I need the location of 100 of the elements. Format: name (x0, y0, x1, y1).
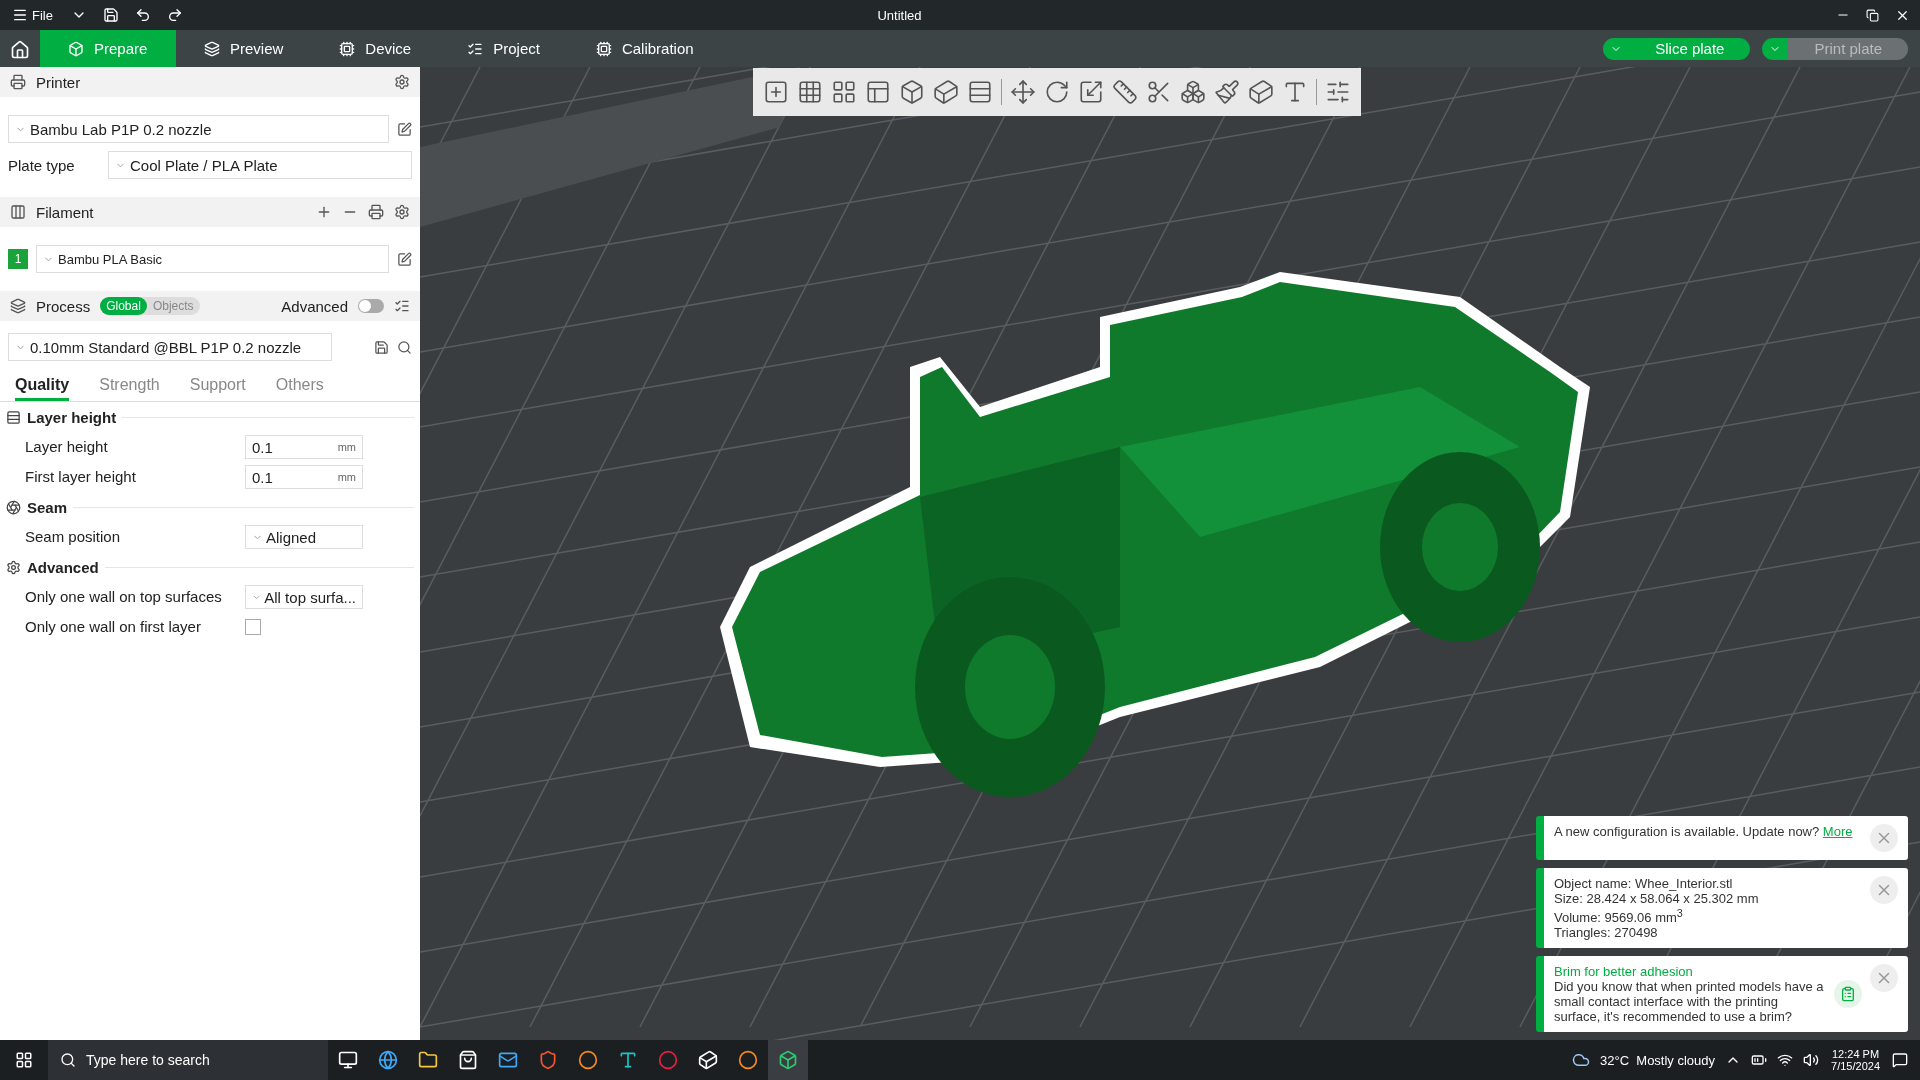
settings-icon[interactable] (394, 74, 410, 90)
clock-date: 7/15/2024 (1831, 1060, 1880, 1072)
number-field[interactable]: 0.1 mm (245, 465, 363, 489)
group-title: Layer height (27, 408, 117, 426)
app-icon (338, 1050, 358, 1070)
tool-icon[interactable] (831, 79, 857, 105)
tool-icon[interactable] (1112, 79, 1138, 105)
tool-icon[interactable] (933, 79, 959, 105)
notification-text: A new configuration is available. Update now? (1554, 823, 1821, 839)
group-title: Advanced (27, 558, 99, 576)
tool-icon[interactable] (763, 79, 789, 105)
printer-select[interactable]: Bambu Lab P1P 0.2 nozzle (8, 115, 389, 143)
filament-select[interactable]: Bambu PLA Basic (36, 245, 389, 273)
settings-tab[interactable]: Strength (99, 371, 160, 401)
restore-icon[interactable] (1866, 8, 1879, 22)
tool-icon[interactable] (1010, 79, 1036, 105)
app-icon (618, 1050, 638, 1070)
weather-icon (1572, 1051, 1591, 1069)
process-preset-select[interactable]: 0.10mm Standard @BBL P1P 0.2 nozzle (8, 333, 332, 361)
setting-label: First layer height (25, 468, 137, 486)
nav-tab[interactable]: Calibration (567, 30, 722, 67)
add-icon[interactable] (316, 204, 332, 220)
edit-icon[interactable] (397, 121, 412, 137)
process-icon (10, 298, 26, 314)
settings-tab[interactable]: Support (189, 371, 246, 401)
battery-icon[interactable] (1751, 1052, 1768, 1068)
weather-text: 32°C Mostly cloudy (1600, 1052, 1716, 1068)
caret-button[interactable] (1762, 37, 1789, 60)
checkbox[interactable] (245, 619, 261, 635)
close-button[interactable] (1870, 875, 1898, 904)
app-icon (658, 1050, 678, 1070)
close-button[interactable] (1870, 823, 1898, 852)
info-line: Size: 28.424 x 58.064 x 25.302 mm (1554, 890, 1760, 906)
edit-icon[interactable] (397, 251, 412, 267)
group-title: Seam (27, 498, 68, 516)
notifications-icon[interactable] (1892, 1052, 1908, 1068)
tool-icon[interactable] (967, 79, 993, 105)
info-line: Volume: 9569.06 mm$^{3}$ (1554, 905, 1684, 925)
tool-icon[interactable] (899, 79, 925, 105)
number-field[interactable]: 0.1 mm (245, 435, 363, 459)
tool-icon[interactable] (1180, 79, 1206, 105)
field-label: Plate type (8, 156, 76, 174)
settings-icon[interactable] (394, 204, 410, 220)
nav-tab[interactable]: Device (311, 30, 440, 67)
list-icon[interactable] (394, 298, 410, 314)
dropdown-field[interactable]: Aligned (245, 525, 363, 549)
app-icon (578, 1050, 598, 1070)
app-icon (458, 1050, 478, 1070)
toggle-label: Advanced (281, 297, 348, 315)
app-icon (538, 1050, 558, 1070)
tip-title: Brim for better adhesion (1554, 964, 1694, 979)
advanced-switch[interactable] (358, 299, 384, 313)
redo-icon[interactable] (166, 7, 183, 23)
search-icon[interactable] (397, 339, 412, 355)
tab-icon (339, 40, 356, 57)
setting-label: Only one wall on top surfaces (25, 588, 223, 606)
info-line: Object name: Whee_Interior.stl (1554, 875, 1734, 891)
search-icon (60, 1052, 76, 1068)
save-icon[interactable] (102, 7, 119, 23)
clipboard-button[interactable] (1834, 980, 1862, 1008)
tip-text: Did you know that when printed models have a small contact interface with the printing surface, it's recommended to use a brim? (1554, 979, 1825, 1024)
volume-icon[interactable] (1803, 1052, 1820, 1068)
setting-label: Only one wall on first layer (25, 618, 202, 636)
advanced-icon (6, 559, 21, 575)
app-icon (778, 1050, 798, 1070)
tool-icon[interactable] (1325, 79, 1351, 105)
app-icon (738, 1050, 758, 1070)
undo-icon[interactable] (134, 7, 151, 23)
dropdown-field[interactable]: All top surfa... (245, 585, 363, 609)
menu-icon (12, 7, 28, 23)
plate-type-select[interactable]: Cool Plate / PLA Plate (108, 151, 412, 179)
setting-label: Seam position (25, 528, 122, 546)
app-icon (378, 1050, 398, 1070)
filament-number: 1 (8, 249, 28, 269)
tool-icon[interactable] (865, 79, 891, 105)
close-button[interactable] (1870, 964, 1898, 992)
tab-icon (68, 40, 84, 57)
tool-icon[interactable] (797, 79, 823, 105)
wifi-icon[interactable] (1777, 1052, 1794, 1068)
home-icon (10, 40, 30, 60)
app-icon (418, 1050, 438, 1070)
window-title: Untitled (876, 7, 923, 23)
file-menu[interactable]: File (10, 5, 55, 25)
section-title: Filament (36, 203, 95, 221)
caret-button[interactable] (1603, 37, 1630, 60)
nav-tab[interactable]: Preview (176, 30, 312, 67)
nav-tab[interactable]: Project (439, 30, 568, 67)
info-line: Triangles: 270498 (1554, 925, 1659, 940)
settings-tab[interactable]: Others (275, 371, 324, 401)
setting-label: Layer height (25, 438, 109, 456)
settings-tab[interactable]: Quality (15, 371, 70, 401)
tool-icon[interactable] (1214, 79, 1240, 105)
tool-icon[interactable] (1078, 79, 1104, 105)
clock-time: 12:24 PM (1832, 1048, 1880, 1060)
tab-icon (595, 40, 612, 57)
tool-icon[interactable] (1248, 79, 1274, 105)
tab-icon (204, 40, 220, 57)
taskbar-search[interactable]: Type here to search (48, 1040, 328, 1080)
tool-icon[interactable] (1044, 79, 1070, 105)
save-icon[interactable] (374, 339, 389, 355)
